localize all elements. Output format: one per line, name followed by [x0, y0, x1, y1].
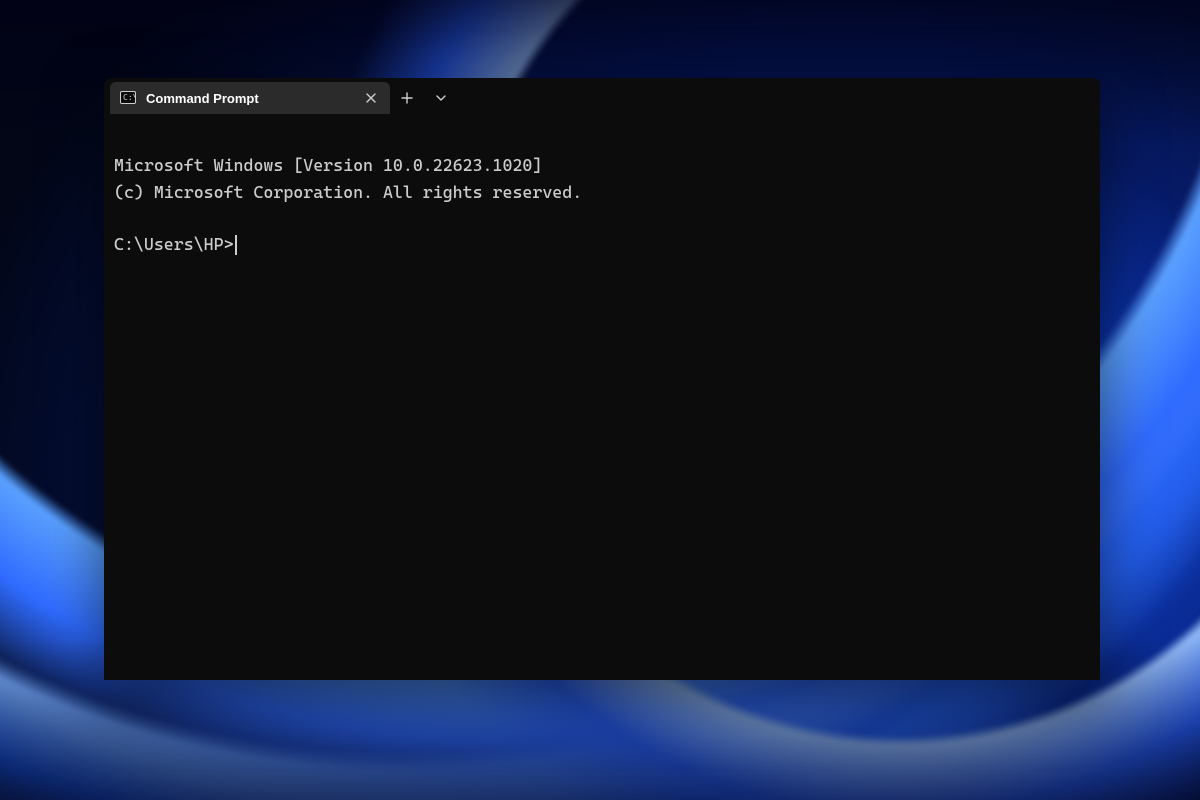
plus-icon	[401, 92, 413, 104]
terminal-output-line: Microsoft Windows [Version 10.0.22623.10…	[114, 155, 542, 175]
terminal-body[interactable]: Microsoft Windows [Version 10.0.22623.10…	[104, 114, 1100, 680]
svg-text:C:\: C:\	[123, 93, 136, 102]
tab-command-prompt[interactable]: C:\ Command Prompt	[110, 82, 390, 114]
tab-close-button[interactable]	[362, 89, 380, 107]
new-tab-button[interactable]	[390, 82, 424, 114]
tab-dropdown-button[interactable]	[424, 82, 458, 114]
command-prompt-icon: C:\	[120, 90, 136, 106]
close-icon	[366, 93, 376, 103]
titlebar[interactable]: C:\ Command Prompt	[104, 78, 1100, 114]
chevron-down-icon	[435, 92, 447, 104]
terminal-window: C:\ Command Prompt Microsoft Windows [Ve…	[104, 78, 1100, 680]
terminal-cursor	[235, 235, 237, 255]
terminal-output-line: (c) Microsoft Corporation. All rights re…	[114, 182, 582, 202]
tab-title: Command Prompt	[146, 92, 352, 105]
terminal-prompt: C:\Users\HP>	[114, 231, 234, 257]
